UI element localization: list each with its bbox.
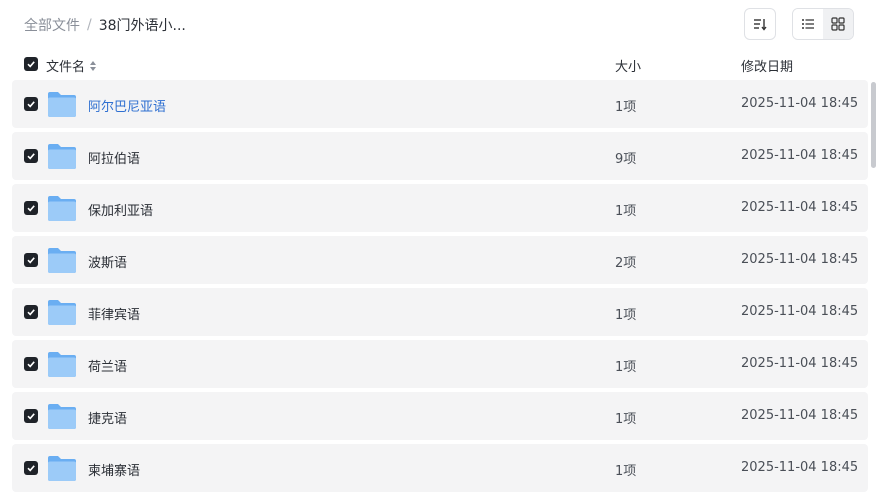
- file-size: 1项: [615, 204, 637, 219]
- row-checkbox[interactable]: [24, 149, 38, 163]
- file-list: 阿尔巴尼亚语 1项 2025-11-04 18:45 阿拉伯语 9项 2025-…: [12, 80, 868, 496]
- folder-icon: [48, 144, 76, 169]
- row-checkbox[interactable]: [24, 409, 38, 423]
- table-row[interactable]: 菲律宾语 1项 2025-11-04 18:45: [12, 288, 868, 336]
- folder-icon: [48, 248, 76, 273]
- sort-arrows-icon: [90, 60, 97, 71]
- file-size: 1项: [615, 360, 637, 375]
- file-size: 1项: [615, 464, 637, 479]
- table-row[interactable]: 波斯语 2项 2025-11-04 18:45: [12, 236, 868, 284]
- folder-icon: [48, 196, 76, 221]
- table-header: 文件名 大小 修改日期: [12, 50, 868, 78]
- table-row[interactable]: 保加利亚语 1项 2025-11-04 18:45: [12, 184, 868, 232]
- file-modified-date: 2025-11-04 18:45: [741, 252, 859, 267]
- file-size: 1项: [615, 100, 637, 115]
- file-modified-date: 2025-11-04 18:45: [741, 200, 859, 215]
- scrollbar[interactable]: [871, 82, 876, 168]
- view-toggle: [792, 8, 854, 40]
- file-name[interactable]: 柬埔寨语: [88, 460, 140, 479]
- row-checkbox[interactable]: [24, 201, 38, 215]
- breadcrumb-current: 38门外语小...: [98, 18, 186, 34]
- check-icon: [27, 309, 35, 316]
- row-checkbox[interactable]: [24, 97, 38, 111]
- file-name[interactable]: 捷克语: [88, 408, 127, 427]
- file-name[interactable]: 波斯语: [88, 252, 127, 271]
- file-modified-date: 2025-11-04 18:45: [741, 148, 859, 163]
- folder-icon: [48, 404, 76, 429]
- file-name[interactable]: 阿拉伯语: [88, 148, 140, 167]
- file-size: 1项: [615, 308, 637, 323]
- folder-icon: [48, 300, 76, 325]
- file-modified-date: 2025-11-04 18:45: [741, 356, 859, 371]
- check-icon: [27, 465, 35, 472]
- check-icon: [27, 361, 35, 368]
- sort-icon: [754, 19, 767, 31]
- folder-icon: [48, 352, 76, 377]
- folder-icon: [48, 92, 76, 117]
- name-column-header[interactable]: 文件名: [46, 56, 98, 75]
- modified-column-header[interactable]: 修改日期: [741, 56, 793, 75]
- row-checkbox[interactable]: [24, 461, 38, 475]
- breadcrumb-root[interactable]: 全部文件: [24, 15, 80, 35]
- select-all-checkbox[interactable]: [24, 57, 38, 71]
- file-name[interactable]: 保加利亚语: [88, 200, 153, 219]
- file-name[interactable]: 阿尔巴尼亚语: [88, 96, 166, 115]
- file-name[interactable]: 荷兰语: [88, 356, 127, 375]
- file-modified-date: 2025-11-04 18:45: [741, 304, 859, 319]
- check-icon: [27, 257, 35, 264]
- check-icon: [27, 61, 35, 68]
- file-size: 1项: [615, 412, 637, 427]
- row-checkbox[interactable]: [24, 253, 38, 267]
- table-row[interactable]: 阿拉伯语 9项 2025-11-04 18:45: [12, 132, 868, 180]
- folder-icon: [48, 456, 76, 481]
- row-checkbox[interactable]: [24, 357, 38, 371]
- file-size: 9项: [615, 152, 637, 167]
- file-modified-date: 2025-11-04 18:45: [741, 460, 859, 475]
- list-view-icon: [802, 19, 814, 29]
- grid-view-button[interactable]: [823, 9, 853, 39]
- breadcrumb: 全部文件 / 38门外语小...: [24, 15, 186, 35]
- check-icon: [27, 205, 35, 212]
- check-icon: [27, 101, 35, 108]
- list-view-button[interactable]: [793, 9, 823, 39]
- top-bar: 全部文件 / 38门外语小...: [0, 0, 878, 48]
- name-header-label: 文件名: [46, 60, 86, 75]
- check-icon: [27, 153, 35, 160]
- size-column-header[interactable]: 大小: [615, 56, 641, 75]
- file-size: 2项: [615, 256, 637, 271]
- row-checkbox[interactable]: [24, 305, 38, 319]
- grid-view-icon: [831, 17, 845, 31]
- breadcrumb-separator: /: [87, 17, 92, 33]
- table-row[interactable]: 荷兰语 1项 2025-11-04 18:45: [12, 340, 868, 388]
- file-name[interactable]: 菲律宾语: [88, 304, 140, 323]
- table-row[interactable]: 捷克语 1项 2025-11-04 18:45: [12, 392, 868, 440]
- table-row[interactable]: 柬埔寨语 1项 2025-11-04 18:45: [12, 444, 868, 492]
- file-modified-date: 2025-11-04 18:45: [741, 408, 859, 423]
- sort-button[interactable]: [744, 8, 776, 40]
- check-icon: [27, 413, 35, 420]
- table-row[interactable]: 阿尔巴尼亚语 1项 2025-11-04 18:45: [12, 80, 868, 128]
- file-modified-date: 2025-11-04 18:45: [741, 96, 859, 111]
